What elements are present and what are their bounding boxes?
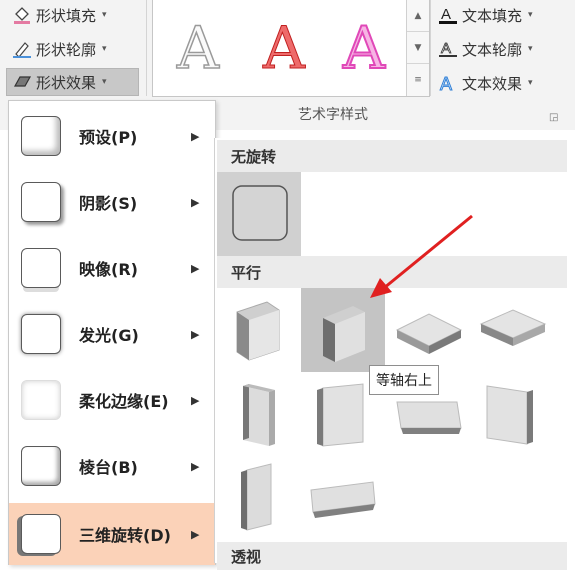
text-fill-button[interactable]: A 文本填充 ▾	[438, 2, 533, 28]
menu-item-bevel[interactable]: 棱台(B) ▶	[9, 435, 215, 497]
shadow-icon	[21, 182, 61, 222]
rotation-off-axis-1-left[interactable]	[217, 372, 301, 456]
section-header-no-rotation: 无旋转	[217, 140, 567, 172]
menu-item-label: 预设(P)	[79, 128, 138, 147]
text-effect-icon: A	[438, 73, 458, 94]
menu-item-label: 映像(R)	[79, 260, 138, 279]
rotation-isometric-left-down[interactable]	[217, 290, 301, 374]
shape-effects-label: 形状效果	[36, 73, 97, 92]
section-header-parallel: 平行	[217, 256, 567, 288]
svg-text:A: A	[441, 6, 451, 23]
preset-icon	[21, 116, 61, 156]
chevron-down-icon: ▾	[102, 10, 107, 20]
off-axis-shape-icon	[486, 385, 533, 445]
rotation-isometric-right-up[interactable]	[301, 288, 385, 372]
gallery-down-icon[interactable]: ▼	[407, 32, 429, 64]
menu-item-glow[interactable]: 发光(G) ▶	[9, 303, 215, 365]
isometric-shape-icon	[479, 309, 547, 346]
bevel-icon	[21, 446, 61, 486]
wordart-sample-1[interactable]: A	[176, 13, 219, 83]
menu-item-soft-edges[interactable]: 柔化边缘(E) ▶	[9, 369, 215, 431]
text-effects-label: 文本效果	[462, 74, 523, 93]
shape-effect-icon	[12, 72, 32, 92]
chevron-right-icon: ▶	[191, 195, 200, 209]
shape-effects-button[interactable]: 形状效果 ▾	[6, 68, 139, 96]
wordart-sample-2[interactable]: A	[263, 14, 306, 83]
isometric-shape-icon	[395, 313, 463, 354]
shape-outline-button[interactable]: 形状轮廓 ▾	[12, 36, 107, 62]
gallery-scroll[interactable]: ▲ ▼ ≡	[406, 0, 429, 96]
wordart-sample-3[interactable]: A	[342, 13, 386, 83]
off-axis-shape-icon	[243, 384, 275, 446]
isometric-shape-icon	[323, 306, 365, 362]
text-fill-icon: A	[438, 5, 458, 25]
3d-rotation-submenu: 无旋转 平行 透视	[214, 138, 575, 570]
chevron-right-icon: ▶	[191, 393, 200, 407]
gallery-more-icon[interactable]: ≡	[407, 64, 429, 95]
chevron-right-icon: ▶	[191, 129, 200, 143]
chevron-right-icon: ▶	[191, 459, 200, 473]
text-outline-icon: A	[438, 39, 458, 59]
menu-item-3d-rotation[interactable]: 三维旋转(D) ▶	[9, 503, 215, 565]
chevron-down-icon: ▾	[528, 10, 533, 20]
shape-fill-button[interactable]: 形状填充 ▾	[12, 2, 107, 28]
pencil-outline-icon	[12, 39, 32, 59]
svg-text:A: A	[441, 40, 451, 57]
shape-fill-label: 形状填充	[36, 6, 97, 25]
menu-item-label: 阴影(S)	[79, 194, 138, 213]
chevron-down-icon: ▾	[102, 77, 107, 87]
soft-edges-icon	[21, 380, 61, 420]
glow-icon	[21, 314, 61, 354]
menu-item-label: 柔化边缘(E)	[79, 392, 169, 411]
wordart-group-label: 艺术字样式	[298, 107, 368, 123]
ribbon-divider	[430, 0, 431, 96]
3d-rotation-icon	[21, 514, 61, 554]
dialog-launcher-icon[interactable]: ◲	[549, 112, 558, 123]
text-outline-label: 文本轮廓	[462, 40, 523, 59]
ribbon-divider	[146, 0, 147, 96]
text-fill-label: 文本填充	[462, 6, 523, 25]
text-outline-button[interactable]: A 文本轮廓 ▾	[438, 36, 533, 62]
section-header-perspective: 透视	[217, 542, 567, 570]
menu-item-label: 棱台(B)	[79, 458, 138, 477]
menu-item-reflection[interactable]: 映像(R) ▶	[9, 237, 215, 299]
chevron-right-icon: ▶	[191, 327, 200, 341]
paint-bucket-icon	[12, 5, 32, 25]
menu-item-shadow[interactable]: 阴影(S) ▶	[9, 171, 215, 233]
rotation-none[interactable]	[217, 172, 301, 256]
chevron-down-icon: ▾	[528, 78, 533, 88]
rotation-isometric-top-down[interactable]	[471, 288, 555, 372]
menu-item-label: 发光(G)	[79, 326, 139, 345]
chevron-down-icon: ▾	[102, 44, 107, 54]
menu-item-label: 三维旋转(D)	[79, 526, 171, 545]
rotation-none-icon	[232, 185, 288, 241]
shape-outline-label: 形状轮廓	[36, 40, 97, 59]
wordart-gallery[interactable]: A A A ▲ ▼ ≡	[152, 0, 430, 97]
menu-item-preset[interactable]: 预设(P) ▶	[9, 105, 215, 167]
off-axis-shape-icon	[241, 463, 272, 531]
off-axis-shape-icon	[310, 481, 376, 518]
tooltip: 等轴右上	[369, 365, 439, 395]
rotation-isometric-top-up[interactable]	[387, 290, 471, 374]
rotation-off-axis-2-top[interactable]	[301, 456, 385, 540]
reflection-icon	[21, 248, 61, 288]
rotation-off-axis-2-left[interactable]	[471, 372, 555, 456]
shape-effects-menu: 预设(P) ▶ 阴影(S) ▶ 映像(R) ▶ 发光(G) ▶ 柔化边缘(E) …	[8, 100, 216, 565]
svg-text:A: A	[440, 74, 452, 93]
rotation-off-axis-2-right[interactable]	[217, 456, 301, 540]
chevron-right-icon: ▶	[191, 261, 200, 275]
isometric-shape-icon	[236, 301, 280, 361]
chevron-down-icon: ▾	[528, 44, 533, 54]
chevron-right-icon: ▶	[191, 527, 200, 541]
text-effects-button[interactable]: A 文本效果 ▾	[438, 70, 533, 96]
gallery-up-icon[interactable]: ▲	[407, 0, 429, 32]
